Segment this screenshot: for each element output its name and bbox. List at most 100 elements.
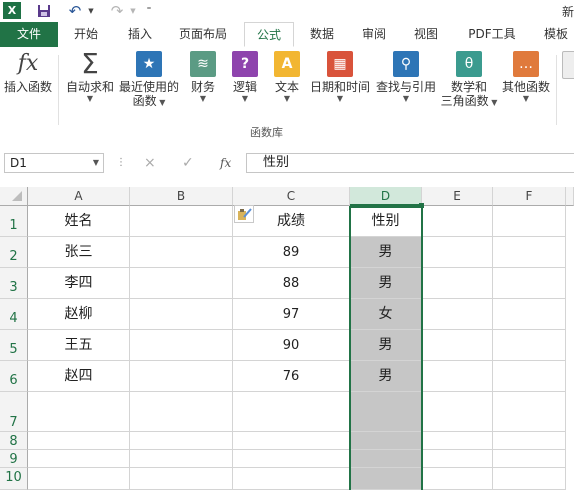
cell-f6[interactable]: [493, 361, 566, 392]
tab-home[interactable]: 开始: [62, 22, 110, 47]
cell-c9[interactable]: [233, 450, 350, 468]
paste-options-icon[interactable]: [234, 205, 254, 223]
row-header-3[interactable]: 3: [0, 268, 28, 299]
formula-input[interactable]: 性别: [246, 153, 574, 173]
cell-e6[interactable]: [422, 361, 493, 392]
cell-c4[interactable]: 97: [233, 299, 350, 330]
row-header-7[interactable]: 7: [0, 392, 28, 432]
cell-c10[interactable]: [233, 468, 350, 490]
tab-templates[interactable]: 模板: [534, 22, 574, 47]
cell-f9[interactable]: [493, 450, 566, 468]
chevron-down-icon[interactable]: ▼: [93, 154, 99, 172]
cell-e8[interactable]: [422, 432, 493, 450]
cell-d3[interactable]: 男: [350, 268, 422, 299]
column-header-a[interactable]: A: [28, 187, 130, 206]
customize-quick-access-icon[interactable]: ⁼: [144, 2, 154, 20]
cell-a4[interactable]: 赵柳: [28, 299, 130, 330]
cell-c7[interactable]: [233, 392, 350, 432]
fill-handle[interactable]: [419, 203, 424, 208]
cell-a2[interactable]: 张三: [28, 237, 130, 268]
row-header-8[interactable]: 8: [0, 432, 28, 450]
cell-b8[interactable]: [130, 432, 233, 450]
cell-d10[interactable]: [350, 468, 422, 490]
cell-d9[interactable]: [350, 450, 422, 468]
cell-d7[interactable]: [350, 392, 422, 432]
tab-data[interactable]: 数据: [300, 22, 344, 47]
worksheet-grid[interactable]: A B C D E F 1 2 3 4 5 6 7 8 9 10 姓名 成绩 性…: [0, 183, 574, 490]
undo-dropdown-icon[interactable]: ▼: [86, 2, 96, 20]
insert-function-button[interactable]: fx 插入函数: [2, 51, 54, 95]
cell-b3[interactable]: [130, 268, 233, 299]
tab-formulas[interactable]: 公式: [244, 22, 294, 47]
cell-f1[interactable]: [493, 206, 566, 237]
date-time-button[interactable]: ▦ 日期和时间 ▼: [308, 51, 372, 104]
insert-function-icon[interactable]: fx: [220, 153, 231, 173]
tab-insert[interactable]: 插入: [116, 22, 164, 47]
financial-button[interactable]: ≋ 财务 ▼: [186, 51, 220, 104]
tab-file[interactable]: 文件: [0, 22, 58, 47]
cell-e1[interactable]: [422, 206, 493, 237]
cell-b5[interactable]: [130, 330, 233, 361]
column-header-f[interactable]: F: [493, 187, 566, 206]
column-header-e[interactable]: E: [422, 187, 493, 206]
column-header-d[interactable]: D: [350, 187, 422, 206]
lookup-reference-button[interactable]: ⚲ 查找与引用 ▼: [374, 51, 438, 104]
cell-d6[interactable]: 男: [350, 361, 422, 392]
cell-a8[interactable]: [28, 432, 130, 450]
cell-e10[interactable]: [422, 468, 493, 490]
cell-c5[interactable]: 90: [233, 330, 350, 361]
logical-button[interactable]: ? 逻辑 ▼: [228, 51, 262, 104]
row-header-10[interactable]: 10: [0, 468, 28, 490]
row-header-5[interactable]: 5: [0, 330, 28, 361]
cell-a9[interactable]: [28, 450, 130, 468]
cell-f7[interactable]: [493, 392, 566, 432]
redo-icon[interactable]: ↷: [106, 2, 128, 20]
cell-d8[interactable]: [350, 432, 422, 450]
redo-dropdown-icon[interactable]: ▼: [128, 2, 138, 20]
text-button[interactable]: A 文本 ▼: [270, 51, 304, 104]
row-header-4[interactable]: 4: [0, 299, 28, 330]
save-icon[interactable]: [34, 2, 54, 20]
math-trig-button[interactable]: θ 数学和 三角函数 ▼: [440, 51, 498, 108]
name-manager-button-partial[interactable]: [560, 51, 574, 82]
recently-used-button[interactable]: ★ 最近使用的 函数 ▼: [118, 51, 180, 108]
excel-app-icon[interactable]: X: [3, 2, 21, 19]
cell-c3[interactable]: 88: [233, 268, 350, 299]
select-all-corner[interactable]: [0, 187, 28, 206]
cell-e7[interactable]: [422, 392, 493, 432]
cell-e4[interactable]: [422, 299, 493, 330]
undo-icon[interactable]: ↶: [64, 2, 86, 20]
cell-a1[interactable]: 姓名: [28, 206, 130, 237]
cell-e9[interactable]: [422, 450, 493, 468]
column-header-b[interactable]: B: [130, 187, 233, 206]
cell-a5[interactable]: 王五: [28, 330, 130, 361]
cell-b6[interactable]: [130, 361, 233, 392]
cell-f4[interactable]: [493, 299, 566, 330]
tab-pdf-tools[interactable]: PDF工具: [458, 22, 526, 47]
cell-f5[interactable]: [493, 330, 566, 361]
cell-f10[interactable]: [493, 468, 566, 490]
cell-a6[interactable]: 赵四: [28, 361, 130, 392]
tab-view[interactable]: 视图: [404, 22, 448, 47]
cell-b9[interactable]: [130, 450, 233, 468]
autosum-button[interactable]: Σ 自动求和 ▼: [63, 50, 117, 104]
cell-c2[interactable]: 89: [233, 237, 350, 268]
cell-b10[interactable]: [130, 468, 233, 490]
cell-a7[interactable]: [28, 392, 130, 432]
cell-e3[interactable]: [422, 268, 493, 299]
cell-a3[interactable]: 李四: [28, 268, 130, 299]
cell-b7[interactable]: [130, 392, 233, 432]
row-header-9[interactable]: 9: [0, 450, 28, 468]
more-functions-button[interactable]: … 其他函数 ▼: [500, 51, 552, 104]
name-box[interactable]: D1 ▼: [4, 153, 104, 173]
cell-a10[interactable]: [28, 468, 130, 490]
row-header-1[interactable]: 1: [0, 206, 28, 237]
cell-c6[interactable]: 76: [233, 361, 350, 392]
cell-f8[interactable]: [493, 432, 566, 450]
tab-page-layout[interactable]: 页面布局: [170, 22, 236, 47]
cell-f3[interactable]: [493, 268, 566, 299]
tab-review[interactable]: 审阅: [352, 22, 396, 47]
cell-e2[interactable]: [422, 237, 493, 268]
cell-b4[interactable]: [130, 299, 233, 330]
column-header-c[interactable]: C: [233, 187, 350, 206]
